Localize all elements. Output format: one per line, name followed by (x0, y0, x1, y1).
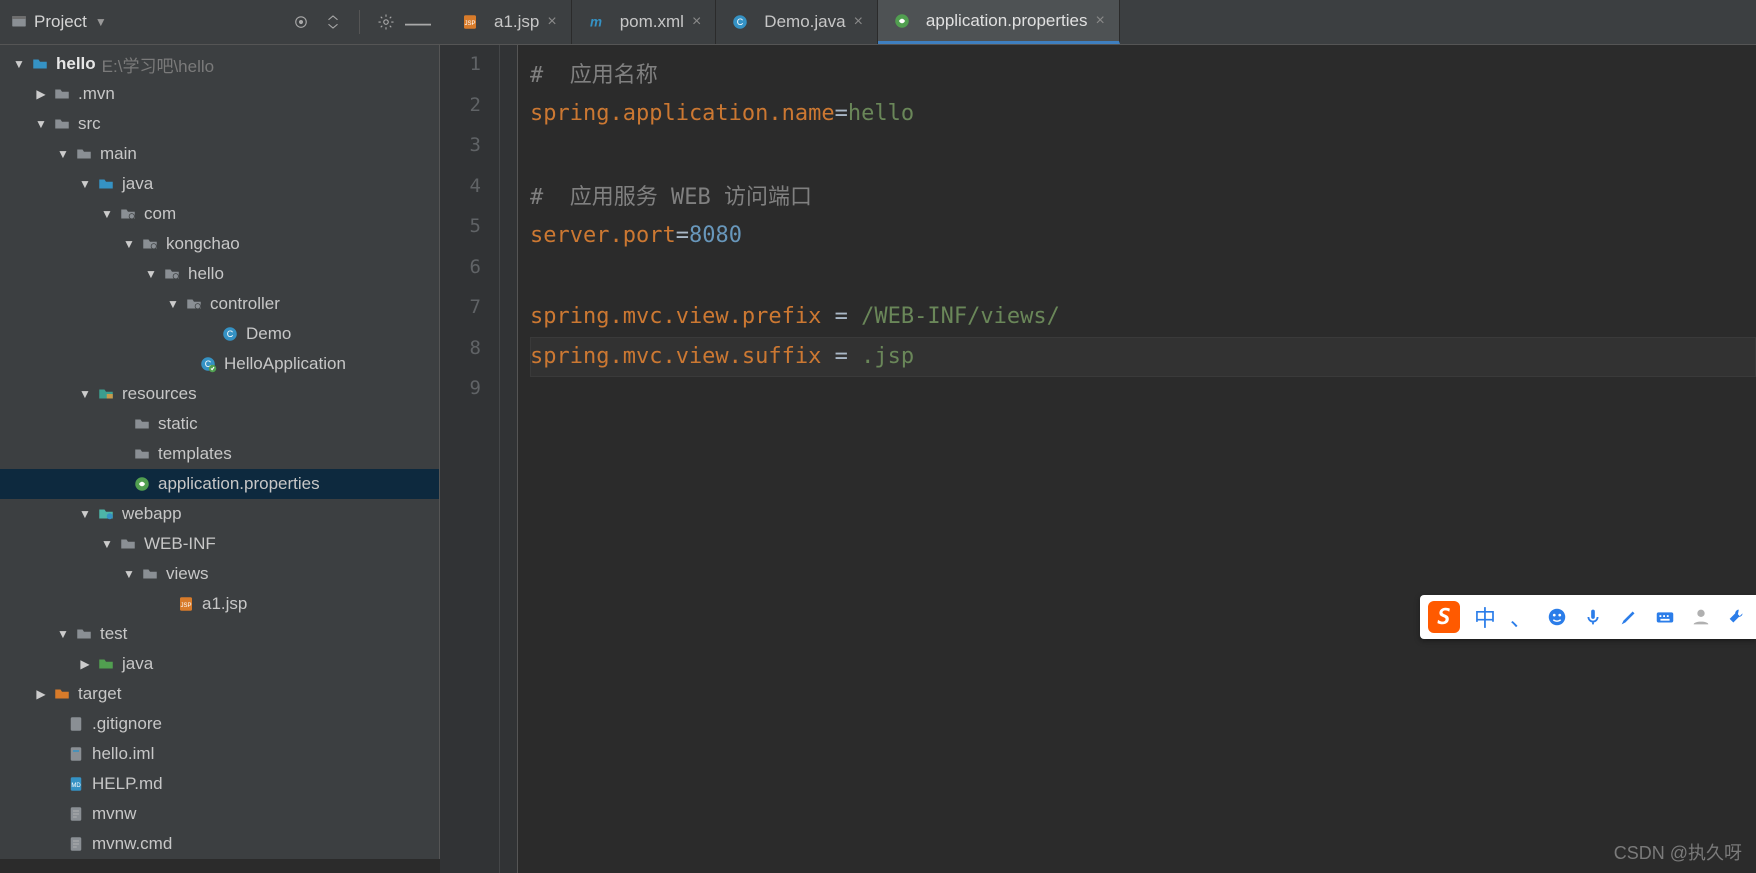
project-tool-title[interactable]: Project ▼ (10, 12, 107, 32)
jsp-file-icon: JSP (460, 12, 480, 32)
code-comment: # 应用名称 (530, 57, 658, 89)
line-number[interactable]: 3 (440, 134, 481, 175)
tree-item-webinf[interactable]: ▼WEB-INF (0, 529, 439, 559)
line-number[interactable]: 9 (440, 377, 481, 418)
tree-item-mvnw[interactable]: ▶mvnw (0, 799, 439, 829)
tree-item-resources[interactable]: ▼resources (0, 379, 439, 409)
svg-text:JSP: JSP (180, 603, 191, 609)
prop-val: /WEB-INF/views/ (861, 304, 1060, 329)
tab-application-properties[interactable]: application.properties × (878, 0, 1120, 44)
tree-item-a1jsp[interactable]: ▶JSPa1.jsp (0, 589, 439, 619)
brush-icon[interactable] (1618, 606, 1640, 628)
tree-item-main[interactable]: ▼main (0, 139, 439, 169)
line-number[interactable]: 2 (440, 94, 481, 135)
editor-body: 1 2 3 4 5 6 7 8 9 # 应用名称 spring.applicat… (440, 45, 1756, 873)
svg-text:MD: MD (71, 783, 81, 789)
spring-properties-icon (892, 11, 912, 31)
project-tool-header: Project ▼ — (0, 0, 440, 45)
tools-icon[interactable] (1726, 606, 1748, 628)
chevron-down-icon: ▼ (95, 15, 107, 29)
tab-pom[interactable]: m pom.xml × (572, 0, 717, 44)
close-icon[interactable]: × (692, 13, 701, 31)
maven-file-icon: m (586, 12, 606, 32)
code-comment: # 应用服务 WEB 访问端口 (530, 179, 812, 211)
svg-text:C: C (737, 17, 744, 27)
tab-demo[interactable]: C Demo.java × (716, 0, 878, 44)
tree-item-src[interactable]: ▼src (0, 109, 439, 139)
tree-item-test-java[interactable]: ▶java (0, 649, 439, 679)
prop-val: .jsp (861, 344, 914, 369)
project-tree[interactable]: ▼ hello E:\学习吧\hello ▶.mvn ▼src ▼main ▼j… (0, 45, 440, 859)
tree-item-static[interactable]: ▶static (0, 409, 439, 439)
sogou-logo-icon[interactable]: S (1428, 601, 1460, 633)
prop-val: hello (848, 101, 914, 126)
tree-item-webapp[interactable]: ▼webapp (0, 499, 439, 529)
tree-item-test[interactable]: ▼test (0, 619, 439, 649)
line-number[interactable]: 5 (440, 215, 481, 256)
ime-lang[interactable]: 中 (1474, 601, 1496, 633)
line-number[interactable]: 7 (440, 296, 481, 337)
tree-item-mvn[interactable]: ▶.mvn (0, 79, 439, 109)
tree-item-demo[interactable]: ▶CDemo (0, 319, 439, 349)
tree-item-mvnwcmd[interactable]: ▶mvnw.cmd (0, 829, 439, 859)
prop-key: spring.mvc.view.prefix (530, 304, 821, 329)
tab-a1jsp[interactable]: JSP a1.jsp × (446, 0, 572, 44)
ime-punct[interactable]: 、 (1510, 601, 1532, 633)
java-class-icon: C (730, 12, 750, 32)
prop-key: spring.mvc.view.suffix (530, 344, 821, 369)
tab-label: pom.xml (620, 12, 684, 32)
code-area[interactable]: # 应用名称 spring.application.name=hello # 应… (518, 45, 1756, 873)
prop-key: spring.application.name (530, 101, 835, 126)
svg-text:C: C (227, 329, 234, 339)
tab-label: a1.jsp (494, 12, 539, 32)
tree-item-helloiml[interactable]: ▶hello.iml (0, 739, 439, 769)
tab-label: application.properties (926, 11, 1088, 31)
line-gutter: 1 2 3 4 5 6 7 8 9 (440, 45, 500, 873)
line-number[interactable]: 4 (440, 175, 481, 216)
locate-icon[interactable] (289, 10, 313, 34)
close-icon[interactable]: × (547, 13, 556, 31)
tree-item-templates[interactable]: ▶templates (0, 439, 439, 469)
tree-item-target[interactable]: ▶target (0, 679, 439, 709)
watermark: CSDN @执久呀 (1614, 839, 1742, 865)
line-number[interactable]: 8 (440, 337, 481, 378)
expand-all-icon[interactable] (321, 10, 345, 34)
settings-gear-icon[interactable] (374, 10, 398, 34)
emoji-icon[interactable] (1546, 606, 1568, 628)
tree-root[interactable]: ▼ hello E:\学习吧\hello (0, 49, 439, 79)
minimize-icon[interactable]: — (406, 10, 430, 34)
user-icon[interactable] (1690, 606, 1712, 628)
tree-item-controller[interactable]: ▼controller (0, 289, 439, 319)
tab-label: Demo.java (764, 12, 845, 32)
ime-toolbar[interactable]: S 中 、 (1420, 595, 1756, 639)
prop-val: 8080 (689, 223, 742, 248)
tree-item-helloapp[interactable]: ▶CHelloApplication (0, 349, 439, 379)
line-number[interactable]: 6 (440, 256, 481, 297)
tree-item-helpmd[interactable]: ▶MDHELP.md (0, 769, 439, 799)
tree-item-views[interactable]: ▼views (0, 559, 439, 589)
tree-item-app-properties[interactable]: ▶application.properties (0, 469, 439, 499)
line-number[interactable]: 1 (440, 53, 481, 94)
mic-icon[interactable] (1582, 606, 1604, 628)
tree-item-hello-pkg[interactable]: ▼hello (0, 259, 439, 289)
tree-item-com[interactable]: ▼com (0, 199, 439, 229)
tree-item-gitignore[interactable]: ▶.gitignore (0, 709, 439, 739)
keyboard-icon[interactable] (1654, 606, 1676, 628)
editor-tabs: JSP a1.jsp × m pom.xml × C Demo.java × a… (440, 0, 1756, 45)
editor-margin (500, 45, 518, 873)
svg-text:JSP: JSP (464, 21, 475, 27)
tree-item-java[interactable]: ▼java (0, 169, 439, 199)
close-icon[interactable]: × (854, 13, 863, 31)
svg-text:m: m (590, 15, 602, 30)
prop-key: server.port (530, 223, 676, 248)
close-icon[interactable]: × (1096, 12, 1105, 30)
tree-item-kongchao[interactable]: ▼kongchao (0, 229, 439, 259)
